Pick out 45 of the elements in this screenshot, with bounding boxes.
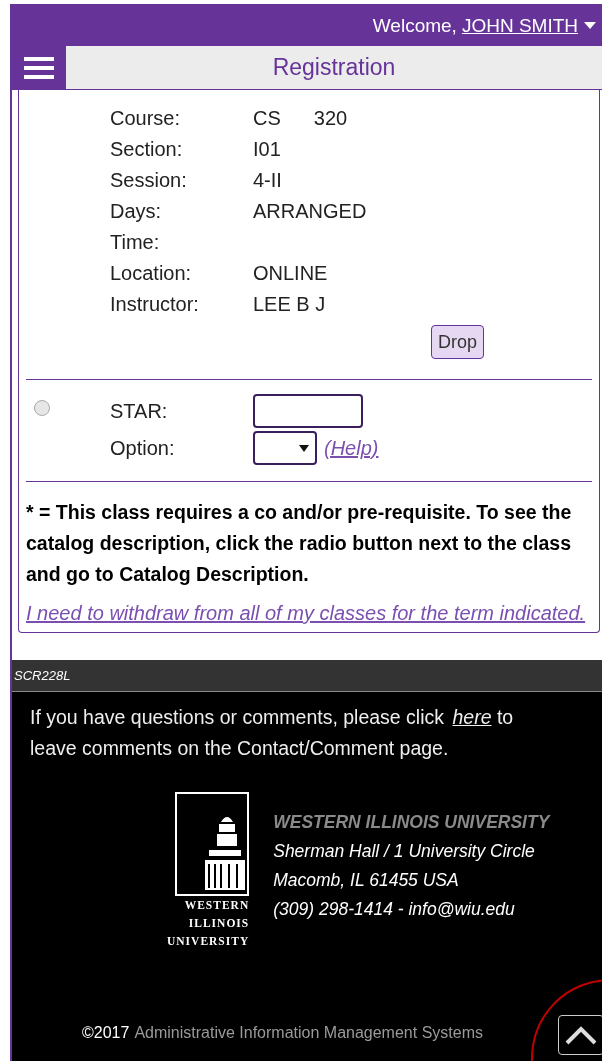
address-line: Macomb, IL 61455 USA [273, 869, 460, 892]
caret-icon [299, 444, 309, 452]
radio-button[interactable] [34, 400, 50, 416]
field-value: 4-II [253, 167, 282, 193]
field-label: Course: [110, 105, 182, 131]
menu-icon [24, 56, 54, 80]
field-label: Section: [110, 136, 184, 162]
drop-button[interactable]: Drop [431, 325, 484, 359]
option-select[interactable] [253, 431, 317, 465]
page-title: Registration [272, 53, 396, 83]
address-line: Sherman Hall / 1 University Circle [273, 840, 536, 863]
withdraw-link[interactable]: I need to withdraw from all of my classes for the term indicated. [26, 600, 592, 626]
logo-text: ILLINOIS [188, 916, 250, 931]
field-value: ONLINE [253, 260, 328, 286]
help-link[interactable]: (Help) [324, 433, 379, 463]
field-label: Days: [110, 198, 163, 224]
field-label: Time: [110, 229, 161, 255]
welcome-text: Welcome, [372, 13, 457, 38]
logo-text: WESTERN [184, 898, 250, 913]
university-name: WESTERN ILLINOIS UNIVERSITY [273, 811, 550, 834]
user-menu-link[interactable]: JOHN SMITH [461, 11, 596, 41]
address-line: (309) 298-1414 - info@wiu.edu [273, 898, 516, 921]
field-label: Location: [110, 260, 193, 286]
star-input-field[interactable] [253, 394, 363, 428]
field-label: Instructor: [110, 291, 200, 317]
screen-id: SCR228L [13, 666, 71, 685]
field-value: LEE B J [253, 291, 326, 317]
copyright-text: ©2017 [82, 1023, 130, 1043]
field-label: STAR: [110, 399, 169, 424]
logo-text: UNIVERSITY [167, 934, 250, 949]
field-value: 320 [313, 105, 348, 131]
field-value: I01 [253, 136, 281, 162]
field-value: ARRANGED [253, 198, 367, 224]
field-label: Option: [110, 436, 176, 461]
scroll-top-button[interactable] [558, 1015, 602, 1055]
tower-logo-icon [175, 792, 250, 896]
system-name: Administrative Information Management Systems [134, 1023, 483, 1043]
caret-icon [584, 22, 596, 30]
field-label: Session: [110, 167, 188, 193]
menu-button[interactable] [12, 46, 66, 90]
comment-text: If you have questions or comments, please click here to leave comments on the Contact/Comment page. [29, 705, 515, 761]
chevron-up-icon [564, 1025, 598, 1045]
prerequisite-note: * = This class requires a co and/or pre-requisite. To see the catalog description, click the radio button next to the class and go to Catalog Description. [26, 500, 573, 587]
field-value: CS [253, 105, 281, 131]
here-link[interactable]: here [452, 706, 492, 728]
